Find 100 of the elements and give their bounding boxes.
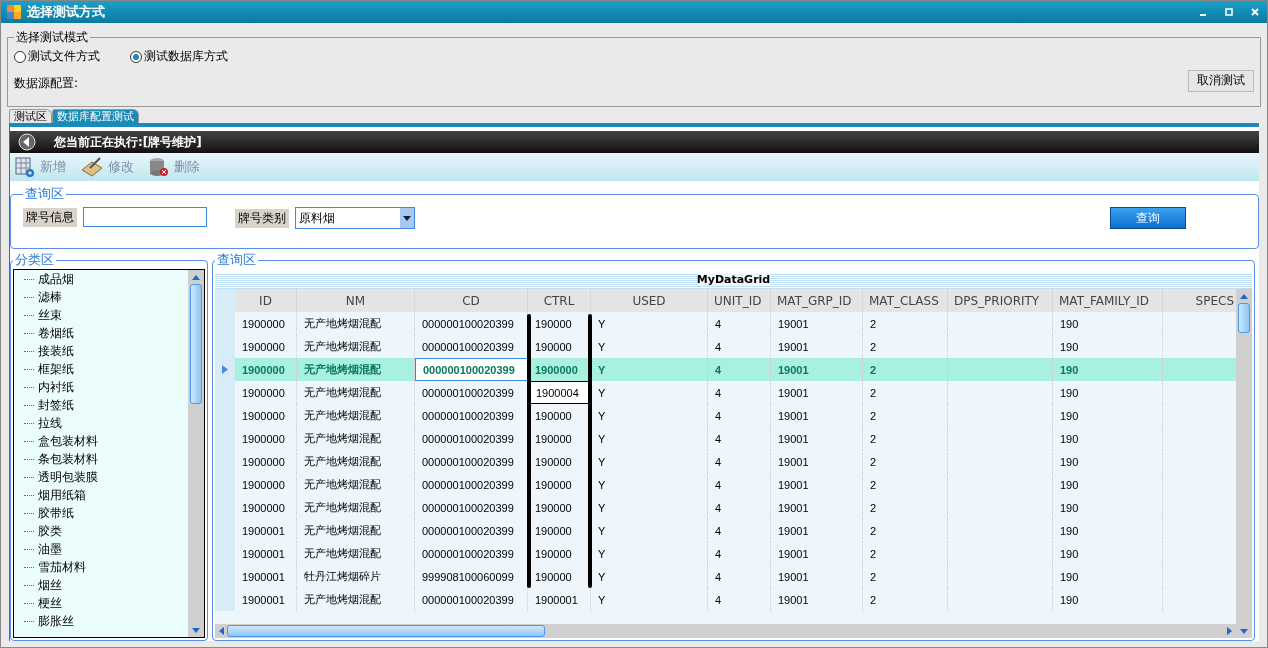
table-cell: 1900000 [235, 427, 297, 450]
scroll-thumb[interactable] [1238, 303, 1250, 333]
search-button[interactable]: 查询 [1110, 207, 1186, 229]
table-cell: 1900001 [235, 588, 297, 611]
table-cell: 1900001 [235, 542, 297, 565]
tree-item[interactable]: 封签纸 [24, 396, 188, 414]
table-cell: 190 [1053, 404, 1163, 427]
pencil-board-icon [80, 156, 104, 178]
scrollbar[interactable] [188, 270, 204, 637]
tab[interactable]: 测试区 [9, 109, 52, 123]
table-cell: 19001 [771, 358, 863, 381]
table-cell: 无产地烤烟混配 [297, 427, 415, 450]
column-header[interactable]: CTRL [528, 289, 591, 312]
close-icon[interactable] [1249, 6, 1261, 18]
radio-option[interactable]: 测试数据库方式 [130, 48, 228, 65]
table-cell: 2 [863, 565, 948, 588]
table-cell: 无产地烤烟混配 [297, 450, 415, 473]
tab[interactable]: 数据库配置测试 [52, 109, 139, 123]
datasource-label: 数据源配置: [14, 75, 79, 92]
tree-item[interactable]: 卷烟纸 [24, 324, 188, 342]
row-pointer-icon [222, 365, 228, 374]
table-cell: 1900001 [235, 519, 297, 542]
table-cell: 19001 [771, 542, 863, 565]
table-cell: 190 [1053, 427, 1163, 450]
grid-add-icon [14, 156, 36, 178]
tree-item[interactable]: 成品烟 [24, 270, 188, 288]
scroll-thumb[interactable] [190, 284, 202, 404]
tree-item[interactable]: 滤棒 [24, 288, 188, 306]
table-cell: 无产地烤烟混配 [297, 312, 415, 335]
table-cell: 190 [1053, 542, 1163, 565]
table-cell: 000000100020399 [415, 588, 528, 611]
tree-item[interactable]: 透明包装膜 [24, 468, 188, 486]
cancel-test-button[interactable]: 取消测试 [1188, 69, 1254, 92]
scroll-thumb[interactable] [227, 625, 545, 637]
table-cell: 无产地烤烟混配 [297, 404, 415, 427]
table-cell: 2 [863, 496, 948, 519]
table-cell: 1900001 [235, 565, 297, 588]
table-cell: 2 [863, 427, 948, 450]
tree-item[interactable]: 烟用纸箱 [24, 486, 188, 504]
column-header[interactable]: UNIT_ID [708, 289, 771, 312]
column-header[interactable]: DPS_PRIORITY [948, 289, 1053, 312]
table-cell: 2 [863, 473, 948, 496]
back-icon[interactable] [18, 133, 36, 151]
table-cell: 19001 [771, 519, 863, 542]
tree-item[interactable]: 胶类 [24, 522, 188, 540]
column-header[interactable]: USED [591, 289, 708, 312]
tree-item[interactable]: 内衬纸 [24, 378, 188, 396]
table-cell: 190 [1053, 588, 1163, 611]
group-title: 选择测试模式 [15, 29, 89, 46]
table-cell: 2 [863, 542, 948, 565]
table-cell: 4 [708, 588, 771, 611]
table-cell: 19001 [771, 427, 863, 450]
tree-item[interactable]: 油墨 [24, 540, 188, 558]
column-header[interactable]: MAT_FAMILY_ID [1053, 289, 1163, 312]
table-cell: 无产地烤烟混配 [297, 519, 415, 542]
tree-item[interactable]: 烟丝 [24, 576, 188, 594]
table-cell: 1900000 [235, 358, 297, 381]
table-cell: 2 [863, 358, 948, 381]
column-header[interactable]: CD [415, 289, 528, 312]
table-cell: 1900000 [235, 404, 297, 427]
tree-item[interactable]: 框架纸 [24, 360, 188, 378]
tree-item[interactable]: 条包装材料 [24, 450, 188, 468]
table-cell: 1900000 [235, 312, 297, 335]
column-header[interactable]: MAT_GRP_ID [771, 289, 863, 312]
tree-item[interactable]: 丝束 [24, 306, 188, 324]
tree-item[interactable]: 盒包装材料 [24, 432, 188, 450]
tree-item[interactable]: 梗丝 [24, 594, 188, 612]
table-cell: 190 [1053, 473, 1163, 496]
tree-item[interactable]: 膨胀丝 [24, 612, 188, 630]
table-cell: 2 [863, 381, 948, 404]
table-cell: 19001 [771, 312, 863, 335]
table-cell: 4 [708, 519, 771, 542]
table-cell: 19001 [771, 404, 863, 427]
table-cell: Y [591, 588, 708, 611]
radio-option[interactable]: 测试文件方式 [14, 48, 100, 65]
category-dropdown[interactable]: 原料烟 [295, 207, 415, 229]
table-cell: 4 [708, 565, 771, 588]
tree-item[interactable]: 胶带纸 [24, 504, 188, 522]
column-header[interactable]: NM [297, 289, 415, 312]
tree-item[interactable]: 雪茄材料 [24, 558, 188, 576]
tree-item[interactable]: 拉线 [24, 414, 188, 432]
table-cell: 19001 [771, 565, 863, 588]
table-cell: 无产地烤烟混配 [297, 473, 415, 496]
maximize-icon[interactable] [1223, 6, 1235, 18]
table-row[interactable]: 1900000 无产地烤烟混配 000000100020399 1900000 Y 4 19001 2 190 [215, 358, 1236, 381]
column-header[interactable]: MAT_CLASS [863, 289, 948, 312]
table-cell: 000000100020399 [415, 358, 528, 381]
table-cell: 4 [708, 358, 771, 381]
table-cell: 无产地烤烟混配 [297, 381, 415, 404]
input-field[interactable] [83, 207, 207, 227]
scrollbar[interactable] [215, 624, 1236, 638]
table-cell: 4 [708, 473, 771, 496]
column-header[interactable]: ID [235, 289, 297, 312]
table-cell: 4 [708, 496, 771, 519]
table-cell: 19001 [771, 381, 863, 404]
tree-item[interactable]: 接装纸 [24, 342, 188, 360]
column-header[interactable]: SPECS [1163, 289, 1236, 312]
table-cell: 190 [1053, 450, 1163, 473]
scrollbar[interactable] [1236, 289, 1252, 638]
table-cell: 4 [708, 427, 771, 450]
